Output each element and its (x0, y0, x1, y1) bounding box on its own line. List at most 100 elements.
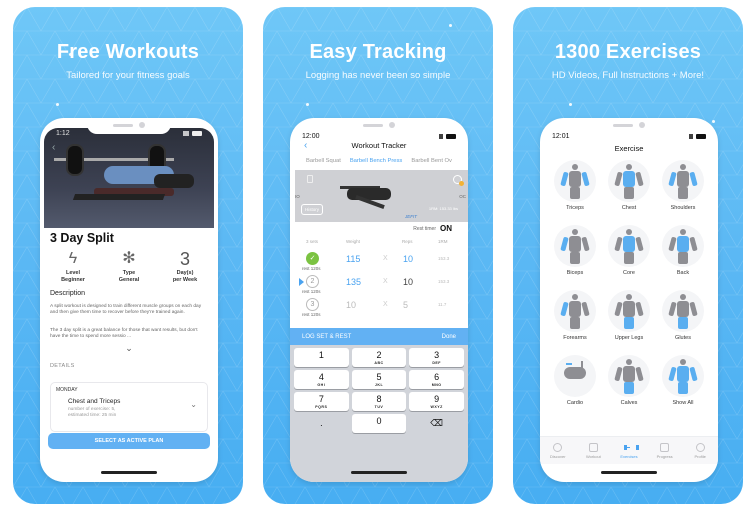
tab-progress[interactable]: Progress (649, 442, 681, 459)
select-active-plan-button[interactable]: SELECT AS ACTIVE PLAN (48, 433, 210, 449)
muscle-group-grid: Triceps Chest Shoulders Biceps Core Back Forea… (548, 160, 710, 406)
home-indicator (601, 471, 657, 474)
tab-exercise[interactable]: Barbell Squat (306, 158, 341, 164)
body-torso (677, 171, 689, 187)
set-reps[interactable]: 5 (403, 300, 408, 310)
keypad-key[interactable]: 3 DEF (409, 348, 464, 367)
body-figure (668, 294, 698, 329)
muscle-group-chest[interactable]: Chest (602, 160, 656, 211)
screenshot-panel-free-workouts: Free Workouts Tailored for your fitness … (13, 7, 243, 504)
muscle-group-forearms[interactable]: Forearms (548, 290, 602, 341)
back-chevron-icon[interactable]: ‹ (52, 142, 55, 153)
muscle-group-shoulders[interactable]: Shoulders (656, 160, 710, 211)
muscle-group-calves[interactable]: Calves (602, 355, 656, 406)
exercise-video[interactable]: IO OC History 1RM: 153.33 lbs JEFIT (295, 170, 468, 222)
panel-subline: Logging has never been so simple (305, 70, 451, 81)
muscle-group-show-all[interactable]: Show All (656, 355, 710, 406)
set-reps[interactable]: 10 (403, 277, 413, 287)
set-row[interactable]: 3 rest 120s 10 X 5 11.7 (290, 298, 468, 320)
plan-title: 3 Day Split (50, 231, 114, 245)
tab-profile[interactable]: Profile (684, 442, 716, 459)
stat-value: per Week (172, 277, 198, 283)
keypad-key[interactable]: 9 WXYZ (409, 392, 464, 411)
muscle-group-biceps[interactable]: Biceps (548, 225, 602, 276)
panel-subline: HD Videos, Full Instructions + More! (551, 70, 705, 81)
keypad-key[interactable]: 7 PQRS (294, 392, 349, 411)
body-legs (624, 252, 634, 264)
keypad-key[interactable]: 4 GHI (294, 370, 349, 389)
tab-workout[interactable]: Workout (577, 442, 609, 459)
body-arm-l (560, 171, 569, 187)
keypad-key[interactable]: 2 ABC (351, 348, 407, 367)
tab-label: Exercises (620, 453, 638, 459)
set-rest: rest 120s (302, 312, 321, 317)
days-count: 3 (179, 249, 190, 269)
set-rest: rest 120s (302, 266, 321, 271)
log-set-rest-button[interactable]: LOG SET & REST (302, 334, 351, 340)
set-number[interactable]: 3 (306, 298, 319, 311)
body-figure (614, 294, 644, 329)
set-weight[interactable]: 115 (346, 254, 360, 264)
body-figure (614, 164, 644, 199)
muscle-group-label: Core (623, 270, 635, 276)
keypad-key[interactable]: 6 MNO (409, 370, 464, 389)
body-figure (668, 359, 698, 394)
body-legs (678, 317, 688, 329)
body-legs (624, 317, 634, 329)
chevron-down-icon[interactable]: ⌄ (190, 400, 197, 409)
rest-timer-label: Rest timer (413, 225, 436, 232)
tab-exercise-active[interactable]: Barbell Bench Press (350, 158, 403, 164)
description-heading: Description (50, 290, 86, 297)
tab-exercises[interactable]: Exercises (613, 443, 645, 459)
body-legs (624, 187, 634, 199)
stat-level: ϟ Level Beginner (48, 248, 98, 284)
rest-timer-toggle[interactable]: Rest timer ON (413, 224, 452, 233)
muscle-group-upper-legs[interactable]: Upper Legs (602, 290, 656, 341)
keypad-key[interactable]: 0 (351, 414, 407, 433)
muscle-group-cardio[interactable]: Cardio (548, 355, 602, 406)
history-button[interactable]: History (301, 204, 324, 215)
notes-icon[interactable] (307, 175, 313, 183)
body-arm-l (614, 171, 623, 187)
keypad-key[interactable]: 1 (294, 348, 349, 367)
timer-icon[interactable] (453, 175, 464, 186)
muscle-group-core[interactable]: Core (602, 225, 656, 276)
done-button[interactable]: Done (442, 334, 456, 340)
key-letters: TUV (374, 405, 384, 409)
backspace-key[interactable]: ⌫ (409, 414, 464, 433)
muscle-body-icon (662, 355, 704, 397)
phone-exercise-library: 12:01 Exercise Triceps Chest Shoulders Bice… (540, 118, 718, 482)
keypad-key[interactable]: . (294, 414, 349, 433)
set-weight[interactable]: 135 (346, 277, 361, 287)
description-paragraph: A split workout is designed to train dif… (50, 304, 202, 316)
set-number[interactable]: 2 (306, 275, 319, 288)
expand-chevron-icon[interactable]: ⌄ (40, 343, 218, 354)
keypad-key[interactable]: 8 TUV (351, 392, 407, 411)
key-digit: . (320, 418, 323, 428)
check-icon[interactable]: ✓ (306, 252, 319, 265)
muscle-group-triceps[interactable]: Triceps (548, 160, 602, 211)
set-row[interactable]: ✓ rest 120s 115 X 10 153.3 (290, 252, 468, 274)
body-arm-r (689, 236, 698, 252)
stat-days: 3 Day(s) per Week (160, 248, 210, 284)
battery-icon (446, 133, 456, 139)
day-card[interactable]: MONDAY Chest and Triceps number of exerc… (50, 382, 208, 432)
muscle-group-back[interactable]: Back (656, 225, 710, 276)
body-torso (677, 301, 689, 317)
set-weight[interactable]: 10 (346, 300, 356, 310)
keypad-key[interactable]: 5 JKL (351, 370, 407, 389)
sparkle-dot (449, 24, 452, 27)
set-reps[interactable]: 10 (403, 254, 413, 264)
key-letters: JKL (374, 383, 384, 387)
set-row-current[interactable]: 2 rest 120s 135 X 10 153.3 (290, 275, 468, 297)
tab-exercise[interactable]: Barbell Bent Ov (411, 158, 452, 164)
body-arm-r (635, 236, 644, 252)
page-title: Workout Tracker (351, 141, 407, 150)
stat-label: Type (122, 270, 136, 276)
exercise-bike-icon (554, 355, 596, 397)
muscle-group-label: Back (676, 270, 690, 276)
muscle-body-icon (662, 290, 704, 332)
tab-discover[interactable]: Discover (542, 442, 574, 459)
muscle-group-glutes[interactable]: Glutes (656, 290, 710, 341)
next-exercise-edge: OC (459, 194, 466, 199)
